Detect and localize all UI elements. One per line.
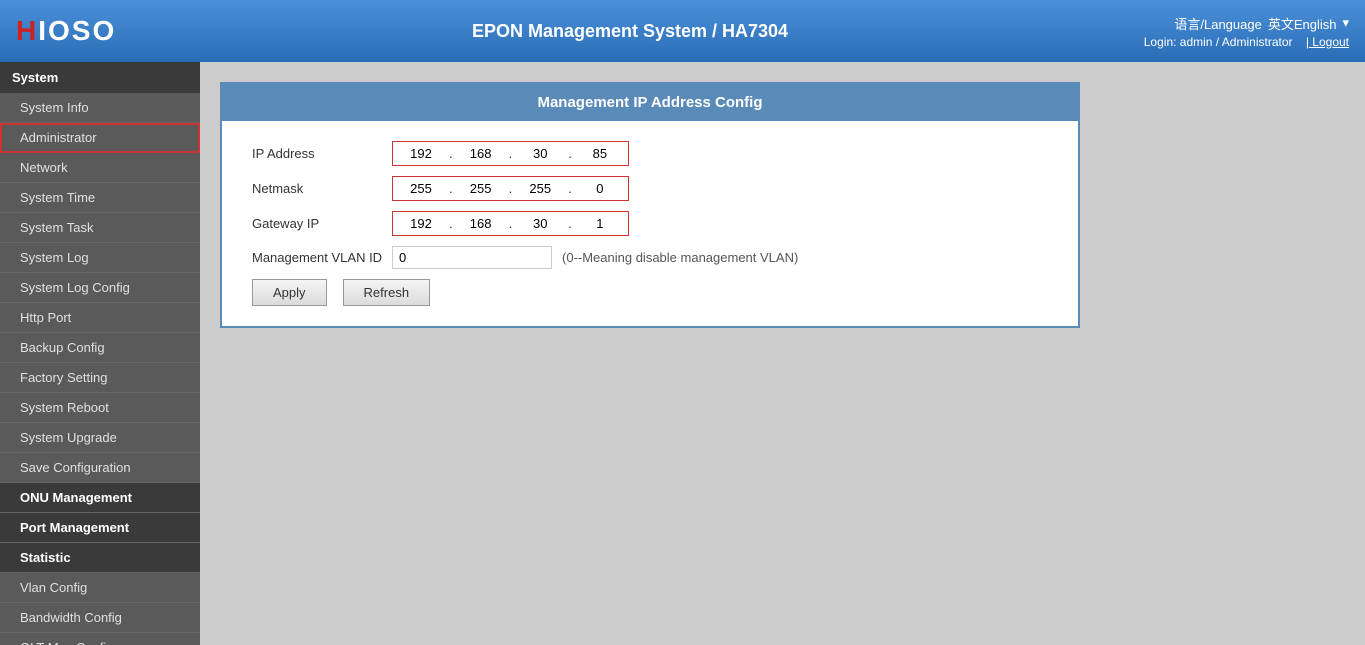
gw-dot-3: . bbox=[566, 216, 574, 231]
vlan-input[interactable] bbox=[392, 246, 552, 269]
sidebar-item-system-upgrade[interactable]: System Upgrade bbox=[0, 423, 200, 453]
nm-dot-1: . bbox=[447, 181, 455, 196]
logo: HIOSO bbox=[16, 15, 116, 47]
config-box: Management IP Address Config IP Address … bbox=[220, 82, 1080, 328]
sidebar-item-administrator[interactable]: Administrator bbox=[0, 123, 200, 153]
login-bar: Login: admin / Administrator | Logout bbox=[1144, 35, 1349, 49]
sidebar-item-bandwidth-config[interactable]: Bandwidth Config bbox=[0, 603, 200, 633]
nm-octet-2[interactable] bbox=[455, 179, 507, 198]
login-text: Login: admin / Administrator bbox=[1144, 35, 1293, 49]
config-box-body: IP Address . . . Netmask bbox=[222, 121, 1078, 326]
sidebar-section-statistic[interactable]: Statistic bbox=[0, 543, 200, 573]
ip-octet-4[interactable] bbox=[574, 144, 626, 163]
sidebar-item-olt-mac-config[interactable]: OLT Mac Config bbox=[0, 633, 200, 645]
gw-octet-4[interactable] bbox=[574, 214, 626, 233]
sidebar-item-system-log[interactable]: System Log bbox=[0, 243, 200, 273]
ip-octet-1[interactable] bbox=[395, 144, 447, 163]
sidebar-section-port-management[interactable]: Port Management bbox=[0, 513, 200, 543]
vlan-label: Management VLAN ID bbox=[252, 250, 392, 265]
ip-address-row: IP Address . . . bbox=[252, 141, 1048, 166]
gw-dot-1: . bbox=[447, 216, 455, 231]
ip-address-group: . . . bbox=[392, 141, 629, 166]
header: HIOSO EPON Management System / HA7304 语言… bbox=[0, 0, 1365, 62]
nm-octet-1[interactable] bbox=[395, 179, 447, 198]
sidebar-section-system: System bbox=[0, 62, 200, 93]
ip-dot-3: . bbox=[566, 146, 574, 161]
ip-dot-2: . bbox=[507, 146, 515, 161]
netmask-group: . . . bbox=[392, 176, 629, 201]
sidebar-item-system-info[interactable]: System Info bbox=[0, 93, 200, 123]
main-layout: System System Info Administrator Network… bbox=[0, 62, 1365, 645]
logo-text: HIOSO bbox=[16, 15, 116, 47]
netmask-label: Netmask bbox=[252, 181, 392, 196]
header-right: 语言/Language 英文English ▾ Login: admin / A… bbox=[1144, 14, 1349, 49]
sidebar: System System Info Administrator Network… bbox=[0, 62, 200, 645]
sidebar-item-system-reboot[interactable]: System Reboot bbox=[0, 393, 200, 423]
gw-octet-3[interactable] bbox=[514, 214, 566, 233]
nm-dot-2: . bbox=[507, 181, 515, 196]
nm-dot-3: . bbox=[566, 181, 574, 196]
vlan-row: Management VLAN ID (0--Meaning disable m… bbox=[252, 246, 1048, 269]
sidebar-item-save-configuration[interactable]: Save Configuration bbox=[0, 453, 200, 483]
refresh-button[interactable]: Refresh bbox=[343, 279, 431, 306]
ip-address-label: IP Address bbox=[252, 146, 392, 161]
dropdown-arrow-icon: ▾ bbox=[1342, 15, 1349, 31]
logo-rest: IOSO bbox=[38, 15, 116, 46]
ip-octet-2[interactable] bbox=[455, 144, 507, 163]
nm-octet-3[interactable] bbox=[514, 179, 566, 198]
language-dropdown[interactable]: 英文English bbox=[1268, 14, 1337, 33]
sidebar-item-backup-config[interactable]: Backup Config bbox=[0, 333, 200, 363]
gateway-row: Gateway IP . . . bbox=[252, 211, 1048, 236]
logo-h: H bbox=[16, 15, 38, 46]
gw-dot-2: . bbox=[507, 216, 515, 231]
gateway-label: Gateway IP bbox=[252, 216, 392, 231]
sidebar-item-system-task[interactable]: System Task bbox=[0, 213, 200, 243]
gateway-group: . . . bbox=[392, 211, 629, 236]
sidebar-section-onu-management[interactable]: ONU Management bbox=[0, 483, 200, 513]
sidebar-item-system-time[interactable]: System Time bbox=[0, 183, 200, 213]
apply-button[interactable]: Apply bbox=[252, 279, 327, 306]
sidebar-item-vlan-config[interactable]: Vlan Config bbox=[0, 573, 200, 603]
gw-octet-2[interactable] bbox=[455, 214, 507, 233]
language-label: 语言/Language bbox=[1174, 14, 1261, 33]
button-row: Apply Refresh bbox=[252, 279, 1048, 306]
sidebar-item-http-port[interactable]: Http Port bbox=[0, 303, 200, 333]
config-box-title: Management IP Address Config bbox=[222, 84, 1078, 121]
vlan-hint: (0--Meaning disable management VLAN) bbox=[562, 250, 798, 265]
ip-octet-3[interactable] bbox=[514, 144, 566, 163]
netmask-row: Netmask . . . bbox=[252, 176, 1048, 201]
nm-octet-4[interactable] bbox=[574, 179, 626, 198]
language-bar: 语言/Language 英文English ▾ bbox=[1174, 14, 1349, 33]
sidebar-item-factory-setting[interactable]: Factory Setting bbox=[0, 363, 200, 393]
logout-link[interactable]: | Logout bbox=[1306, 35, 1349, 49]
ip-dot-1: . bbox=[447, 146, 455, 161]
sidebar-item-network[interactable]: Network bbox=[0, 153, 200, 183]
sidebar-item-system-log-config[interactable]: System Log Config bbox=[0, 273, 200, 303]
header-title: EPON Management System / HA7304 bbox=[116, 21, 1144, 42]
gw-octet-1[interactable] bbox=[395, 214, 447, 233]
content-area: Management IP Address Config IP Address … bbox=[200, 62, 1365, 645]
